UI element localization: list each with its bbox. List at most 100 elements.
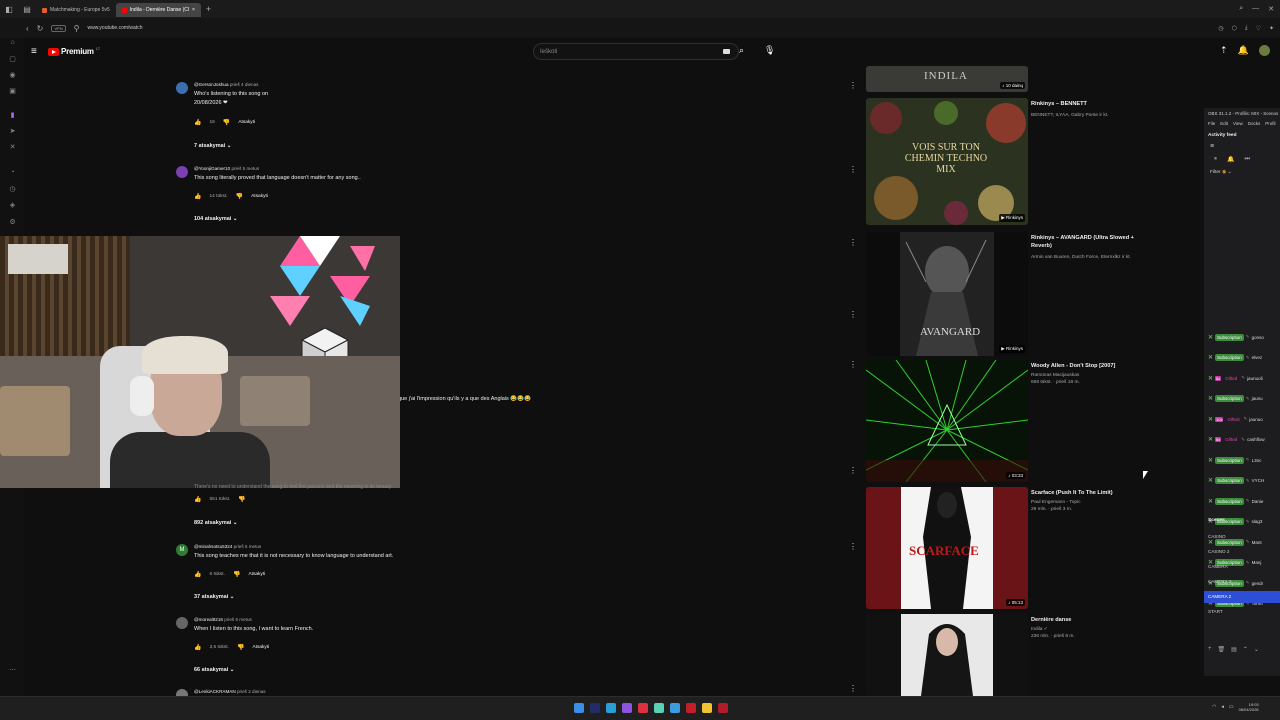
replies-toggle[interactable]: 66 atsakymai ⌄ bbox=[194, 667, 234, 673]
menu-file[interactable]: File bbox=[1208, 121, 1215, 129]
notification-icon[interactable]: 🔔 bbox=[1227, 156, 1234, 163]
like-icon[interactable]: 👍 bbox=[194, 644, 201, 651]
comment-time[interactable]: prieš 2 dienas bbox=[237, 689, 266, 694]
menu-view[interactable]: View bbox=[1233, 121, 1243, 129]
replies-toggle[interactable]: 37 atsakymai ⌄ bbox=[194, 594, 234, 600]
x-icon[interactable]: ✕ bbox=[8, 143, 17, 152]
sidebar-more-icon[interactable]: ⋯ bbox=[8, 666, 17, 675]
add-scene-icon[interactable]: + bbox=[1208, 646, 1212, 653]
replies-toggle[interactable]: 7 atsakymai ⌄ bbox=[194, 143, 231, 149]
dismiss-icon[interactable]: ✕ bbox=[1208, 457, 1213, 464]
remove-scene-icon[interactable]: 🗑 bbox=[1218, 646, 1226, 653]
comment-time[interactable]: prieš 4 dienas bbox=[230, 82, 259, 87]
thumbnail-scarface[interactable]: SCARFACE ♪ 05:13 bbox=[866, 487, 1028, 609]
dislike-icon[interactable]: 👎 bbox=[237, 644, 244, 651]
dismiss-icon[interactable]: ✕ bbox=[1208, 498, 1213, 505]
game-icon[interactable] bbox=[686, 703, 696, 713]
feed-item[interactable]: ✕ Subscription ✎ jaunu bbox=[1208, 392, 1280, 406]
download-icon[interactable]: ⤓ bbox=[1245, 25, 1248, 32]
edit-icon[interactable]: ✎ bbox=[1246, 478, 1250, 484]
skip-icon[interactable]: ⏭ bbox=[1245, 156, 1250, 163]
files-icon[interactable] bbox=[670, 703, 680, 713]
more-options-icon[interactable]: ⋮ bbox=[849, 466, 857, 475]
move-down-icon[interactable]: ⌄ bbox=[1254, 646, 1259, 653]
streamlabs-icon[interactable] bbox=[654, 703, 664, 713]
dismiss-icon[interactable]: ✕ bbox=[1208, 375, 1213, 382]
scene-item[interactable]: START bbox=[1204, 606, 1280, 618]
dislike-icon[interactable]: 👎 bbox=[238, 496, 245, 503]
comment-time[interactable]: prieš 5 metus bbox=[234, 544, 262, 549]
like-icon[interactable]: 👍 bbox=[194, 193, 201, 200]
reply-button[interactable]: Atsakyti bbox=[248, 572, 265, 577]
feed-item[interactable]: ✕ Subscription ✎ elvez bbox=[1208, 351, 1280, 365]
feed-item[interactable]: ✕ Subscription ✎ L3nc bbox=[1208, 453, 1280, 467]
feed-item[interactable]: ✕ Subscription ✎ Danie bbox=[1208, 494, 1280, 508]
more-options-icon[interactable]: ⋮ bbox=[849, 165, 857, 174]
opera-icon[interactable] bbox=[638, 703, 648, 713]
comment-time[interactable]: prieš 5 metus bbox=[231, 166, 259, 171]
start-icon[interactable] bbox=[574, 703, 584, 713]
feed-menu-icon[interactable]: ≡ bbox=[1204, 141, 1280, 152]
edit-icon[interactable]: ✎ bbox=[1246, 396, 1250, 402]
comment-author[interactable]: @minahsotsu5324 bbox=[194, 544, 232, 549]
bookmark-icon[interactable]: ♡ bbox=[1256, 25, 1261, 32]
menu-profile[interactable]: Profil bbox=[1265, 121, 1275, 129]
thumbnail-derniere-danse[interactable] bbox=[866, 614, 1028, 696]
more-options-icon[interactable]: ⋮ bbox=[849, 542, 857, 551]
more-options-icon[interactable]: ⋮ bbox=[849, 360, 857, 369]
youtube-premium-logo[interactable]: Premium LT bbox=[48, 46, 100, 56]
video-title[interactable]: Dernière danse bbox=[1031, 616, 1151, 624]
feed-item[interactable]: ✕ Subscription ✎ VYCH bbox=[1208, 474, 1280, 488]
like-icon[interactable]: 👍 bbox=[194, 496, 201, 503]
comment-author[interactable]: @YoonjiGamer10 bbox=[194, 166, 230, 171]
vpn-badge[interactable]: VPN bbox=[51, 24, 66, 32]
edit-icon[interactable]: ✎ bbox=[1246, 334, 1250, 340]
thumbnail-indila[interactable]: INDILA ♪ 10 dainų bbox=[866, 66, 1028, 92]
messenger-icon[interactable]: ◉ bbox=[8, 71, 17, 80]
dismiss-icon[interactable]: ✕ bbox=[1208, 477, 1213, 484]
telegram-icon[interactable] bbox=[606, 703, 616, 713]
search-input[interactable]: Ieškoti bbox=[540, 49, 557, 55]
feed-item[interactable]: ✕ 5x Gifted ✎ cashflow bbox=[1208, 433, 1280, 447]
new-tab-button[interactable]: + bbox=[201, 4, 216, 14]
scene-item[interactable]: CASINO 2 bbox=[1204, 546, 1280, 558]
twitch-icon[interactable] bbox=[622, 703, 632, 713]
pause-icon[interactable]: ⏸ bbox=[1214, 156, 1217, 163]
move-up-icon[interactable]: ⌃ bbox=[1243, 646, 1248, 653]
video-title[interactable]: Rinkinys – BENNETT bbox=[1031, 100, 1151, 108]
more-options-icon[interactable]: ⋮ bbox=[849, 238, 857, 247]
settings-icon[interactable]: ⚙ bbox=[8, 218, 17, 227]
site-info-icon[interactable]: ⚲ bbox=[74, 24, 80, 33]
scene-item[interactable]: CASINO bbox=[1204, 531, 1280, 543]
search-tabs-icon[interactable]: ⌕ bbox=[1239, 5, 1243, 13]
edit-icon[interactable]: ✎ bbox=[1246, 457, 1250, 463]
tab-close-icon[interactable]: × bbox=[192, 7, 195, 13]
home-icon[interactable]: ⌂ bbox=[8, 38, 17, 47]
notifications-bell-icon[interactable]: 🔔 bbox=[1238, 45, 1249, 56]
comment-avatar[interactable] bbox=[176, 166, 188, 178]
thumbnail-vois-sur-ton-chemin[interactable]: VOIS SUR TON CHEMIN TECHNO MIX ▶ Rinkiny… bbox=[866, 98, 1028, 225]
ai-icon[interactable]: ✦ bbox=[1269, 25, 1274, 32]
edit-icon[interactable]: ✎ bbox=[1241, 437, 1245, 443]
comment-author[interactable]: @LenkiACKRAMAN bbox=[194, 689, 236, 694]
comment-time[interactable]: prieš 5 metus bbox=[224, 617, 252, 622]
scene-item[interactable]: CAMERA 2 bbox=[1204, 591, 1280, 603]
feed-filter[interactable]: Filter ◉ ⌄ bbox=[1204, 167, 1280, 178]
feed-item[interactable]: ✕ 10x Gifted ✎ jaunuo bbox=[1208, 412, 1280, 426]
reply-button[interactable]: Atsakyti bbox=[252, 645, 269, 650]
like-icon[interactable]: 👍 bbox=[194, 571, 201, 578]
reply-button[interactable]: Atsakyti bbox=[238, 120, 255, 125]
snapshot-icon[interactable]: ◷ bbox=[1218, 25, 1223, 32]
pin-icon[interactable]: ◈ bbox=[8, 201, 17, 210]
feed-item[interactable]: ✕ Subscription ✎ gonso bbox=[1208, 330, 1280, 344]
thumbnail-laser[interactable]: ♪ 03:33 bbox=[866, 360, 1028, 482]
twitch-icon[interactable]: ▮ bbox=[8, 111, 17, 120]
notes-icon[interactable] bbox=[702, 703, 712, 713]
edit-icon[interactable]: ✎ bbox=[1246, 355, 1250, 361]
menu-edit[interactable]: Edit bbox=[1220, 121, 1228, 129]
network-icon[interactable]: ◠ bbox=[1212, 704, 1216, 710]
like-icon[interactable]: 👍 bbox=[194, 119, 201, 126]
video-channel[interactable]: Ramūnas Macijauskas bbox=[1031, 372, 1079, 379]
wallet-icon[interactable]: ▢ bbox=[8, 55, 17, 64]
volume-icon[interactable]: ◂ bbox=[1221, 704, 1224, 710]
